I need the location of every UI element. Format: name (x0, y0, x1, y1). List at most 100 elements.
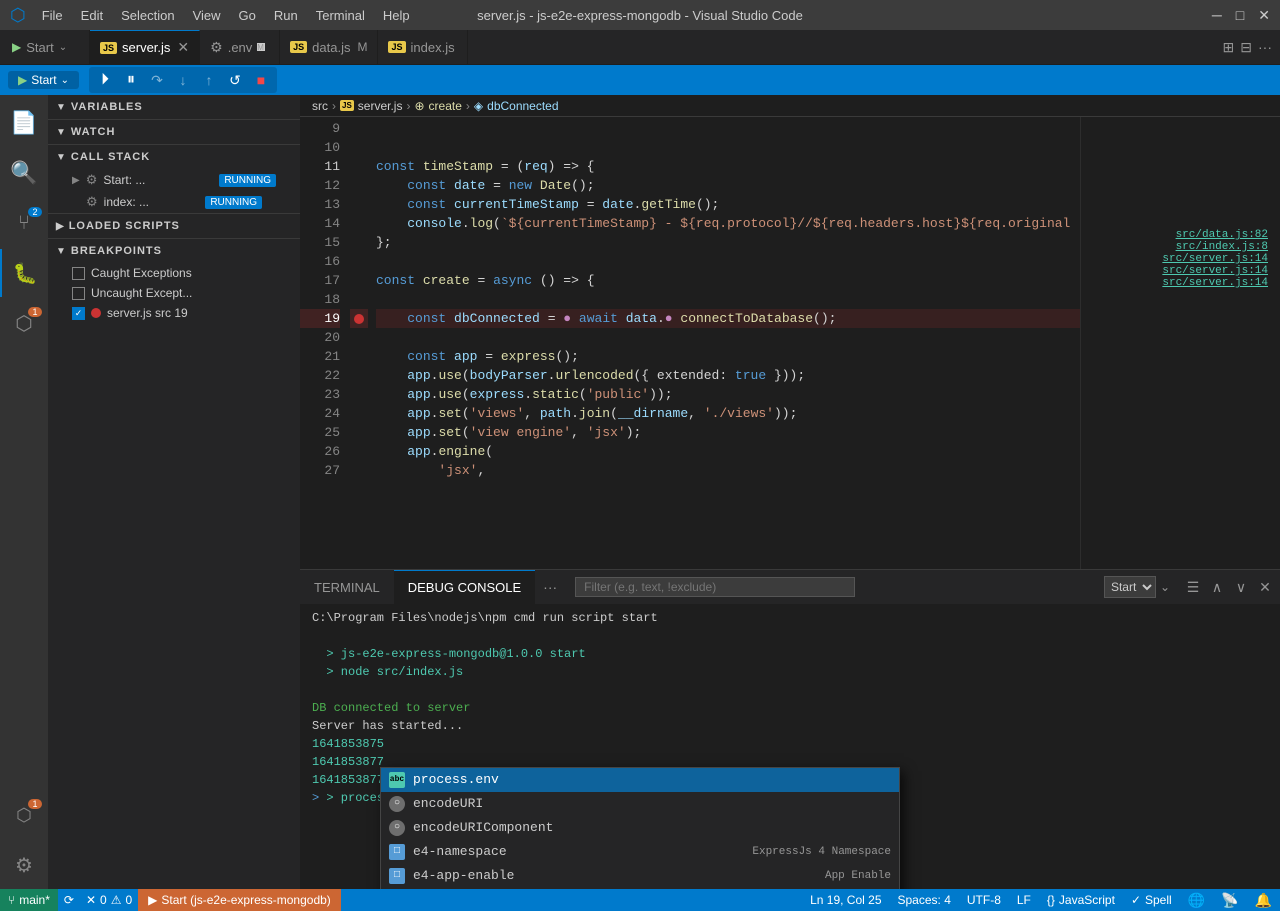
menu-help[interactable]: Help (375, 6, 418, 25)
tab-index-js[interactable]: JS index.js (378, 30, 468, 64)
panel-more-btn[interactable]: ··· (535, 570, 565, 604)
statusbar-bell[interactable]: 🔔 (1247, 889, 1280, 911)
debug-run-icon: ▶ (148, 893, 157, 907)
bp-server-label: server.js src 19 (107, 306, 188, 320)
statusbar-branch[interactable]: ⑂ main* (0, 889, 58, 911)
panel-down-icon[interactable]: ∨ (1230, 576, 1252, 598)
tab-split-icon[interactable]: ⊞ (1223, 39, 1235, 56)
activity-settings[interactable]: ⚙ (0, 841, 48, 889)
panel-config-select[interactable]: Start (1104, 576, 1156, 598)
bp-server-checked-checkbox[interactable]: ✓ (72, 307, 85, 320)
stop-button[interactable]: ■ (249, 69, 273, 91)
tab-env[interactable]: ⚙ .env M (200, 30, 280, 64)
ac-item-e4-app-enable[interactable]: □ e4-app-enable App Enable (381, 864, 899, 888)
statusbar-sync[interactable]: ⟳ (58, 889, 80, 911)
right-link-3[interactable]: src/server.js:14 (1162, 253, 1268, 265)
maximize-button[interactable]: □ (1236, 7, 1244, 24)
step-over-button[interactable]: ↷ (145, 69, 169, 91)
breadcrumb-create[interactable]: create (429, 99, 462, 113)
breadcrumb-var-icon: ◈ (474, 99, 483, 113)
callstack-item-index[interactable]: ⚙ index: ... RUNNING (48, 191, 300, 213)
panel-actions: ☰ ∧ ∨ ✕ (1178, 570, 1280, 604)
statusbar-line-ending[interactable]: LF (1009, 889, 1039, 911)
right-link-2[interactable]: src/index.js:8 (1176, 241, 1268, 253)
statusbar-encoding[interactable]: UTF-8 (959, 889, 1009, 911)
tab-data-js[interactable]: JS data.js M (280, 30, 378, 64)
code-content[interactable]: const timeStamp = (req) => { const date … (368, 117, 1080, 569)
code-line-15: }; (376, 233, 1080, 252)
code-area: 9 10 11 12 13 14 15 16 17 18 19 20 21 22… (300, 117, 1280, 569)
breadcrumb-src[interactable]: src (312, 99, 328, 113)
restart-button[interactable]: ↺ (223, 69, 247, 91)
statusbar-spell[interactable]: ✓ Spell (1123, 889, 1180, 911)
menu-bar: File Edit Selection View Go Run Terminal… (34, 6, 418, 25)
titlebar-title: server.js - js-e2e-express-mongodb - Vis… (477, 8, 803, 23)
continue-button[interactable]: ⏵ (93, 69, 117, 91)
env-file-icon: ⚙ (210, 39, 223, 56)
run-icon: ▶ (12, 40, 21, 54)
tab-server-js[interactable]: JS server.js ✕ (90, 30, 200, 64)
pause-button[interactable]: ⏸ (119, 69, 143, 91)
statusbar-language[interactable]: {} JavaScript (1039, 889, 1123, 911)
tab-terminal[interactable]: TERMINAL (300, 570, 394, 604)
menu-go[interactable]: Go (231, 6, 264, 25)
debug-toolbar: ▶ Start ⌄ ⏵ ⏸ ↷ ↓ ↑ ↺ ■ (0, 65, 1280, 95)
ac-item-encodeuri[interactable]: ○ encodeURI (381, 792, 899, 816)
callstack-header[interactable]: ▼ CALL STACK (48, 145, 300, 169)
activity-search[interactable]: 🔍 (0, 149, 48, 197)
run-icon-small: ▶ (18, 73, 27, 87)
menu-file[interactable]: File (34, 6, 71, 25)
bp-uncaught-checkbox[interactable] (72, 287, 85, 300)
callstack-start-label: Start: ... (103, 173, 213, 187)
statusbar-errors[interactable]: ✕ 0 ⚠ 0 (80, 889, 138, 911)
menu-selection[interactable]: Selection (113, 6, 182, 25)
code-line-10 (376, 138, 1080, 157)
watch-header[interactable]: ▼ WATCH (48, 120, 300, 144)
breakpoints-header[interactable]: ▼ BREAKPOINTS (48, 239, 300, 263)
tab-start[interactable]: ▶ Start ⌄ (0, 30, 90, 64)
right-link-5[interactable]: src/server.js:14 (1162, 277, 1268, 289)
debug-config-selector[interactable]: ▶ Start ⌄ (8, 71, 79, 89)
bp-caught-checkbox[interactable] (72, 267, 85, 280)
menu-terminal[interactable]: Terminal (308, 6, 373, 25)
breadcrumb-server-js[interactable]: server.js (358, 99, 403, 113)
statusbar-notification[interactable]: 🌐 (1180, 889, 1213, 911)
close-button[interactable]: ✕ (1258, 7, 1270, 24)
menu-run[interactable]: Run (266, 6, 306, 25)
minimize-button[interactable]: ─ (1212, 7, 1222, 24)
code-editor[interactable]: 9 10 11 12 13 14 15 16 17 18 19 20 21 22… (300, 117, 1080, 569)
callstack-item-start[interactable]: ▶ ⚙ Start: ... RUNNING (48, 169, 300, 191)
tab-server-close[interactable]: ✕ (177, 39, 189, 56)
statusbar-spaces[interactable]: Spaces: 4 (890, 889, 959, 911)
activity-source-control[interactable]: ⑂ 2 (0, 199, 48, 247)
panel-content[interactable]: C:\Program Files\nodejs\npm cmd run scri… (300, 605, 1280, 889)
step-out-button[interactable]: ↑ (197, 69, 221, 91)
statusbar-position[interactable]: Ln 19, Col 25 (802, 889, 889, 911)
ac-item-e4-namespace[interactable]: □ e4-namespace ExpressJs 4 Namespace (381, 840, 899, 864)
statusbar-debug[interactable]: ▶ Start (js-e2e-express-mongodb) (138, 889, 341, 911)
activity-remote[interactable]: ⬡ 1 (0, 791, 48, 839)
panel-close-icon[interactable]: ✕ (1254, 576, 1276, 598)
tab-debug-console[interactable]: DEBUG CONSOLE (394, 570, 535, 604)
panel-list-icon[interactable]: ☰ (1182, 576, 1204, 598)
menu-edit[interactable]: Edit (73, 6, 111, 25)
ac-item-process-env[interactable]: abc process.env (381, 768, 899, 792)
tab-more-icon[interactable]: ··· (1258, 39, 1272, 55)
panel-filter-input[interactable] (575, 577, 855, 597)
ac-item-encodeuricomponent[interactable]: ○ encodeURIComponent (381, 816, 899, 840)
activity-debug[interactable]: 🐛 (0, 249, 48, 297)
right-link-4[interactable]: src/server.js:14 (1162, 265, 1268, 277)
breadcrumb-dbconnected[interactable]: dbConnected (487, 99, 558, 113)
menu-view[interactable]: View (185, 6, 229, 25)
step-into-button[interactable]: ↓ (171, 69, 195, 91)
tab-layout-icon[interactable]: ⊟ (1240, 39, 1252, 56)
right-link-1[interactable]: src/data.js:82 (1176, 229, 1268, 241)
statusbar-broadcast[interactable]: 📡 (1213, 889, 1246, 911)
tab-start-chevron: ⌄ (59, 42, 67, 53)
loaded-scripts-header[interactable]: ▶ LOADED SCRIPTS (48, 214, 300, 238)
variables-header[interactable]: ▼ VARIABLES (48, 95, 300, 119)
activity-explorer[interactable]: 📄 (0, 99, 48, 147)
panel-up-icon[interactable]: ∧ (1206, 576, 1228, 598)
ac-item-e4-app-enabled[interactable]: □ e4-app-enabled App Enabled (381, 888, 899, 889)
activity-extensions[interactable]: ⬡ 1 (0, 299, 48, 347)
